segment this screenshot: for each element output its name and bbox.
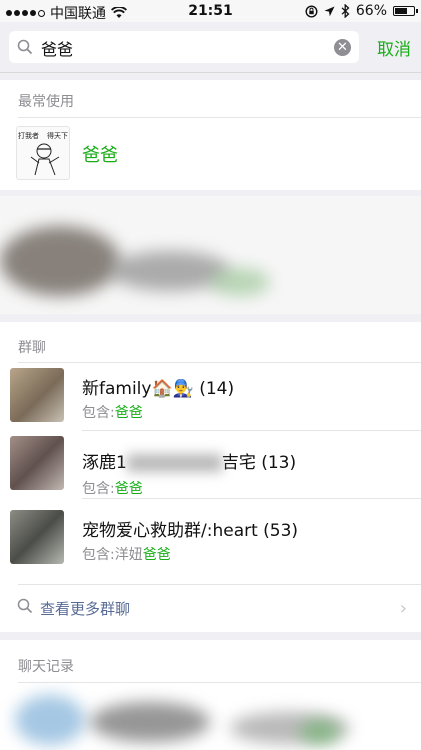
group-row[interactable]: 涿鹿1 吉宅 (13) 包含:爸爸 — [0, 430, 421, 498]
group-match: 包含:爸爸 — [82, 402, 143, 422]
wifi-icon — [111, 7, 127, 18]
group-name: 宠物爱心救助群/:heart (53) — [82, 521, 299, 541]
redaction-smudge — [15, 695, 85, 745]
bluetooth-icon — [341, 4, 350, 18]
chat-records-section: 聊天记录 — [0, 640, 421, 750]
redaction-gap — [126, 454, 222, 472]
redaction-smudge — [210, 268, 270, 296]
cancel-button[interactable]: 取消 — [377, 35, 411, 60]
divider — [82, 498, 421, 499]
redaction-smudge — [0, 226, 120, 296]
section-title: 群聊 — [18, 340, 46, 356]
status-right: 66% — [305, 3, 418, 19]
group-name-head: 涿鹿1 — [82, 453, 127, 473]
location-icon — [324, 6, 335, 16]
search-query: 爸爸 — [41, 40, 74, 59]
battery-fill — [395, 8, 407, 14]
group-name-tail: 吉宅 (13) — [221, 453, 297, 473]
search-input[interactable]: 爸爸 ✕ — [9, 31, 359, 63]
more-groups-label: 查看更多群聊 — [40, 600, 131, 618]
group-row[interactable]: 宠物爱心救助群/:heart (53) 包含:洋妞爸爸 — [0, 504, 421, 572]
match-keyword: 爸爸 — [114, 481, 143, 497]
more-groups-button[interactable]: 查看更多群聊 › — [0, 585, 421, 631]
group-name: 涿鹿1 吉宅 (13) — [82, 448, 296, 473]
group-name: 新family🏠👨‍🔧 (14) — [82, 379, 235, 399]
divider — [18, 682, 421, 683]
avatar — [10, 510, 64, 564]
avatar — [10, 436, 64, 490]
obscured-section — [0, 196, 421, 314]
match-prefix: 包含: — [82, 405, 115, 421]
search-bar: 爸爸 ✕ 取消 — [0, 22, 421, 73]
match-keyword: 爸爸 — [142, 547, 171, 563]
redaction-smudge — [300, 720, 340, 744]
cartoon-figure-icon — [30, 143, 60, 176]
lock-rotation-icon — [305, 4, 318, 18]
redaction-smudge — [90, 702, 210, 742]
chevron-right-icon: › — [399, 598, 407, 619]
frequent-section: 最常使用 打我者 得天下 爸爸 — [0, 80, 421, 190]
section-title: 聊天记录 — [18, 659, 74, 675]
carrier-label: 中国联通 — [50, 6, 106, 22]
contact-row[interactable]: 打我者 得天下 爸爸 — [0, 118, 421, 190]
groups-section: 群聊 新family🏠👨‍🔧 (14) 包含:爸爸 涿鹿1 吉宅 (13) 包含:… — [0, 322, 421, 632]
clear-icon[interactable]: ✕ — [334, 39, 351, 56]
battery-percent: 66% — [355, 3, 387, 19]
avatar — [10, 368, 64, 422]
match-keyword: 爸爸 — [114, 405, 143, 421]
match-prefix: 包含: — [82, 481, 115, 497]
group-row[interactable]: 新family🏠👨‍🔧 (14) 包含:爸爸 — [0, 362, 421, 430]
avatar: 打我者 得天下 — [16, 126, 70, 180]
status-bar: 中国联通 21:51 66% — [0, 0, 421, 22]
match-prefix: 包含:洋妞 — [82, 547, 143, 563]
search-icon — [17, 39, 33, 55]
group-match: 包含:洋妞爸爸 — [82, 544, 171, 564]
signal-strength-icon — [6, 9, 45, 17]
contact-name: 爸爸 — [82, 145, 118, 166]
search-icon — [17, 598, 33, 614]
status-left: 中国联通 — [6, 3, 127, 23]
section-title: 最常使用 — [18, 94, 74, 110]
battery-icon — [393, 6, 418, 16]
group-match: 包含:爸爸 — [82, 478, 143, 498]
